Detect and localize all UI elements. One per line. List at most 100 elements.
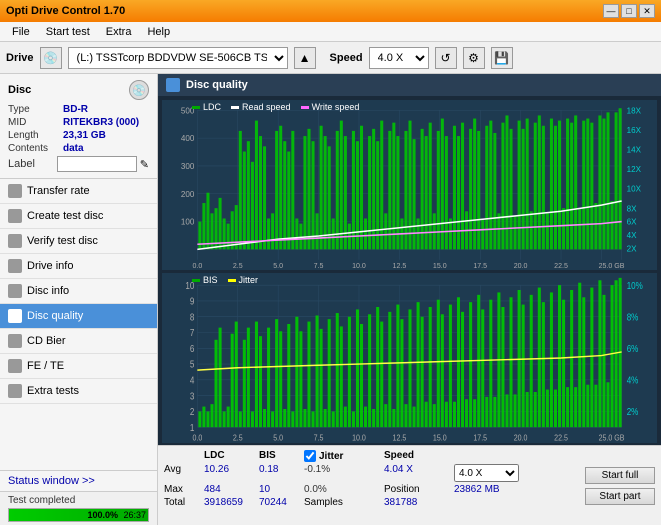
menu-bar: File Start test Extra Help	[0, 22, 661, 42]
svg-text:400: 400	[181, 134, 195, 143]
sidebar-item-label: Disc info	[27, 285, 69, 297]
sidebar-item-disc-quality[interactable]: Disc quality	[0, 304, 157, 329]
read-speed-legend-color	[231, 106, 239, 109]
disc-icon: 💿	[129, 80, 149, 100]
total-bis: 70244	[259, 497, 304, 508]
svg-text:15.0: 15.0	[433, 433, 447, 443]
menu-file[interactable]: File	[4, 25, 38, 39]
window-controls: — □ ✕	[603, 4, 655, 18]
read-speed-legend-label: Read speed	[242, 102, 291, 112]
sidebar-item-drive-info[interactable]: Drive info	[0, 254, 157, 279]
eject-button[interactable]: ▲	[294, 47, 316, 69]
save-button[interactable]: 💾	[491, 47, 513, 69]
pos-value: 23862 MB	[454, 484, 524, 495]
status-window-button[interactable]: Status window >>	[0, 470, 157, 491]
svg-text:20.0: 20.0	[514, 262, 528, 270]
sidebar-item-label: Extra tests	[27, 385, 79, 397]
sidebar-item-create-test-disc[interactable]: Create test disc	[0, 204, 157, 229]
ldc-legend-color	[192, 106, 200, 109]
progress-status: Test completed	[8, 495, 149, 506]
svg-text:3: 3	[190, 391, 195, 402]
disc-info-icon	[8, 284, 22, 298]
legend-ldc: LDC	[192, 102, 221, 112]
jitter-checkbox[interactable]	[304, 450, 316, 462]
sidebar-item-extra-tests[interactable]: Extra tests	[0, 379, 157, 404]
progress-time: 26:37	[123, 509, 146, 521]
sidebar-item-verify-test-disc[interactable]: Verify test disc	[0, 229, 157, 254]
speed-label: Speed	[330, 52, 363, 64]
svg-text:17.5: 17.5	[473, 433, 487, 443]
svg-text:5.0: 5.0	[273, 262, 283, 270]
minimize-button[interactable]: —	[603, 4, 619, 18]
disc-quality-title: Disc quality	[186, 79, 248, 91]
drive-select[interactable]: (L:) TSSTcorp BDDVDW SE-506CB TS02	[68, 47, 288, 69]
svg-text:10X: 10X	[627, 185, 642, 194]
start-full-button[interactable]: Start full	[585, 467, 655, 484]
avg-ldc: 10.26	[204, 464, 259, 482]
sidebar-item-label: Drive info	[27, 260, 73, 272]
app-title: Opti Drive Control 1.70	[6, 5, 125, 17]
bis-legend-label: BIS	[203, 275, 218, 285]
stats-bar: LDC BIS Jitter Speed Avg 10.26 0.18 -0.1…	[158, 445, 661, 525]
svg-text:16X: 16X	[627, 126, 642, 135]
max-jitter: 0.0%	[304, 484, 384, 495]
sidebar-item-fe-te[interactable]: FE / TE	[0, 354, 157, 379]
disc-mid-value: RITEKBR3 (000)	[63, 117, 139, 128]
extra-tests-icon	[8, 384, 22, 398]
disc-mid-row: MID RITEKBR3 (000)	[8, 117, 149, 128]
menu-extra[interactable]: Extra	[98, 25, 140, 39]
stats-max-row: Max 484 10 0.0% Position 23862 MB	[164, 484, 573, 495]
avg-speed-select[interactable]: 4.0 X	[454, 464, 519, 482]
stats-total-row: Total 3918659 70244 Samples 381788	[164, 497, 573, 508]
start-part-button[interactable]: Start part	[585, 488, 655, 505]
svg-text:2.5: 2.5	[233, 433, 243, 443]
sidebar: Disc 💿 Type BD-R MID RITEKBR3 (000) Leng…	[0, 74, 158, 525]
svg-text:18X: 18X	[627, 106, 642, 115]
upper-chart-svg: 500 400 300 200 100 18X 16X 14X 12X 10X …	[162, 100, 657, 270]
settings-button[interactable]: ⚙	[463, 47, 485, 69]
nav-menu: Transfer rate Create test disc Verify te…	[0, 179, 157, 404]
total-label: Total	[164, 497, 204, 508]
speed-select[interactable]: 4.0 X	[369, 47, 429, 69]
refresh-button[interactable]: ↺	[435, 47, 457, 69]
main-content: Disc quality LDC Read speed	[158, 74, 661, 525]
svg-text:8: 8	[190, 312, 195, 323]
disc-panel-title: Disc	[8, 84, 31, 96]
samples-label: Samples	[304, 497, 384, 508]
disc-length-row: Length 23,31 GB	[8, 130, 149, 141]
drive-label: Drive	[6, 52, 34, 64]
sidebar-item-label: CD Bier	[27, 335, 66, 347]
disc-label-label: Label	[8, 158, 54, 170]
svg-text:7.5: 7.5	[314, 433, 324, 443]
svg-text:8%: 8%	[627, 312, 639, 323]
svg-text:6: 6	[190, 343, 195, 354]
disc-type-row: Type BD-R	[8, 104, 149, 115]
svg-text:4X: 4X	[627, 231, 637, 240]
disc-contents-row: Contents data	[8, 143, 149, 154]
disc-type-label: Type	[8, 104, 63, 115]
svg-text:2: 2	[190, 406, 195, 417]
maximize-button[interactable]: □	[621, 4, 637, 18]
sidebar-item-cd-bier[interactable]: CD Bier	[0, 329, 157, 354]
svg-text:22.5: 22.5	[554, 433, 568, 443]
svg-text:7: 7	[190, 327, 195, 338]
jitter-legend-color	[228, 279, 236, 282]
sidebar-item-transfer-rate[interactable]: Transfer rate	[0, 179, 157, 204]
svg-text:5: 5	[190, 359, 195, 370]
col-empty	[164, 450, 204, 462]
progress-area: Test completed 100.0% 26:37	[0, 491, 157, 525]
drive-icon-btn[interactable]: 💿	[40, 47, 62, 69]
disc-label-input[interactable]	[57, 156, 137, 172]
jitter-header-label: Jitter	[319, 451, 343, 462]
samples-value: 381788	[384, 497, 454, 508]
sidebar-item-disc-info[interactable]: Disc info	[0, 279, 157, 304]
legend-write-speed: Write speed	[301, 102, 360, 112]
menu-help[interactable]: Help	[139, 25, 178, 39]
svg-text:5.0: 5.0	[273, 433, 283, 443]
label-edit-icon[interactable]: ✎	[140, 158, 149, 171]
close-button[interactable]: ✕	[639, 4, 655, 18]
disc-type-value: BD-R	[63, 104, 88, 115]
svg-text:2.5: 2.5	[233, 262, 243, 270]
svg-text:17.5: 17.5	[473, 262, 487, 270]
menu-start-test[interactable]: Start test	[38, 25, 98, 39]
